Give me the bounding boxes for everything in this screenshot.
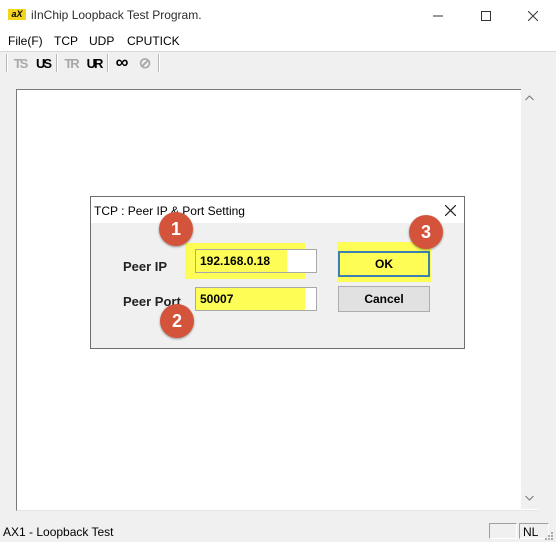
toolbar-separator — [56, 54, 58, 72]
tcp-recv-icon[interactable]: TR — [61, 53, 81, 73]
menu-tcp[interactable]: TCP — [54, 34, 78, 48]
step-marker-1: 1 — [159, 212, 193, 246]
peer-ip-label: Peer IP — [123, 259, 168, 274]
vertical-scrollbar[interactable] — [521, 89, 538, 509]
minimize-icon — [433, 15, 443, 16]
peer-ip-input-tail — [287, 249, 317, 273]
scroll-down-icon — [525, 495, 534, 501]
peer-setting-dialog: TCP : Peer IP & Port Setting Peer IP 192… — [90, 196, 465, 349]
step-marker-3: 3 — [409, 215, 443, 249]
maximize-button[interactable] — [463, 0, 509, 31]
tcp-server-icon[interactable]: TS — [10, 53, 30, 73]
status-pane-empty — [489, 523, 517, 539]
udp-server-icon[interactable]: US — [33, 53, 53, 73]
loop-icon[interactable]: ∞ — [112, 52, 132, 72]
cancel-button[interactable]: Cancel — [338, 286, 430, 312]
scroll-up-icon — [525, 95, 534, 101]
menu-bar — [0, 31, 556, 51]
step-marker-2: 2 — [160, 304, 194, 338]
toolbar-separator — [107, 54, 109, 72]
status-text: AX1 - Loopback Test — [3, 525, 114, 539]
menu-cputick[interactable]: CPUTICK — [127, 34, 180, 48]
menu-file[interactable]: File(F) — [8, 34, 43, 48]
stop-icon[interactable]: ⊘ — [135, 53, 155, 73]
peer-port-input[interactable]: 50007 — [195, 287, 317, 311]
dialog-close-button[interactable] — [439, 200, 461, 220]
size-grip-icon — [545, 532, 553, 540]
close-button[interactable] — [510, 0, 556, 31]
close-icon — [528, 10, 538, 21]
peer-port-input-tail — [305, 287, 317, 311]
ok-button[interactable]: OK — [338, 251, 430, 277]
minimize-button[interactable] — [415, 0, 461, 31]
app-icon: aX — [8, 9, 26, 20]
maximize-icon — [481, 10, 491, 21]
menu-udp[interactable]: UDP — [89, 34, 114, 48]
close-icon — [444, 204, 456, 216]
toolbar-separator — [158, 54, 160, 72]
toolbar-separator — [6, 54, 8, 72]
window-title: iInChip Loopback Test Program. — [31, 8, 202, 22]
udp-recv-icon[interactable]: UR — [84, 53, 104, 73]
